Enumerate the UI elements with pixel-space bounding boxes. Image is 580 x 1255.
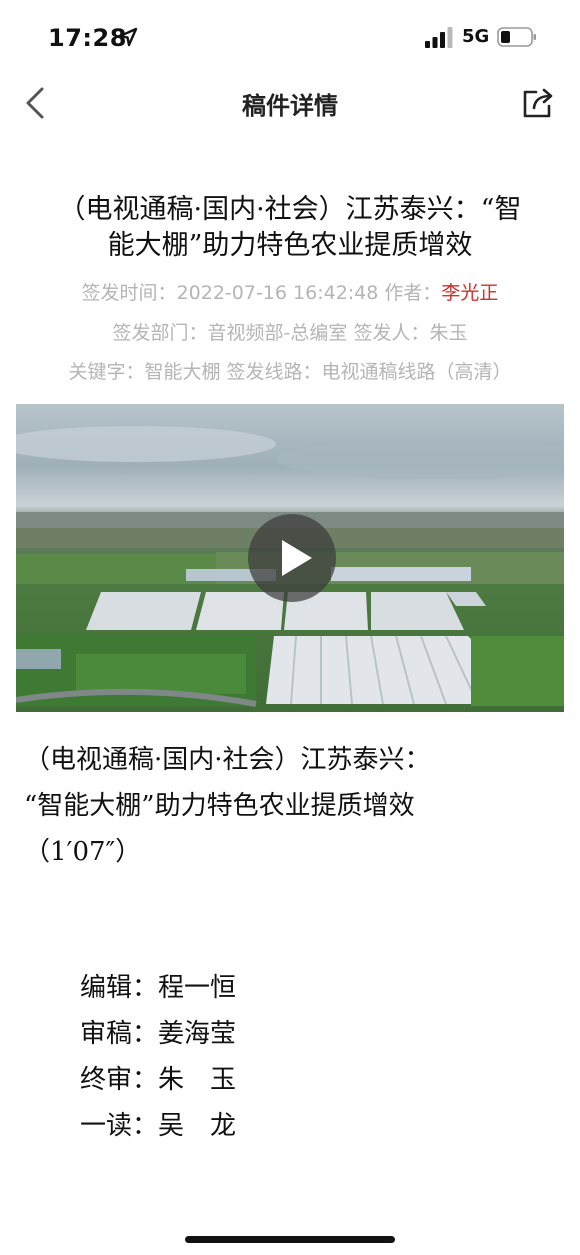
location-arrow-icon: [118, 27, 138, 47]
route-label: 签发线路：: [226, 361, 322, 383]
issuer-label: 签发人：: [353, 322, 430, 344]
video-player[interactable]: [16, 404, 564, 712]
meta-department-line: 签发部门：音视频部-总编室 签发人：朱玉: [0, 318, 580, 345]
signal-icon: [425, 27, 453, 48]
caption-line-1: （电视通稿·国内·社会）江苏泰兴：: [24, 745, 431, 775]
issue-time-label: 签发时间：: [81, 282, 177, 304]
nav-bar: 稿件详情: [0, 70, 580, 134]
keyword: 智能大棚: [144, 361, 221, 383]
headline-line-2: 能大棚”助力特色农业提质增效: [107, 230, 473, 261]
department: 音视频部-总编室: [207, 322, 348, 344]
issue-time: 2022-07-16 16:42:48: [176, 282, 379, 304]
credit-reviewer: 审稿：姜海莹: [80, 1019, 237, 1049]
caption-line-2: “智能大棚”助力特色农业提质增效: [24, 791, 415, 821]
department-label: 签发部门：: [112, 322, 208, 344]
battery-icon: [497, 27, 536, 47]
meta-keyword-line: 关键字：智能大棚 签发线路：电视通稿线路（高清）: [0, 357, 580, 384]
author-label: 作者：: [384, 282, 442, 304]
article-headline: （电视通稿·国内·社会）江苏泰兴：“智 能大棚”助力特色农业提质增效: [20, 192, 560, 264]
route: 电视通稿线路（高清）: [321, 361, 512, 383]
share-icon[interactable]: [520, 86, 556, 120]
play-icon: [282, 540, 312, 576]
status-time: 17:28: [48, 24, 127, 52]
caption-duration: （1′07″）: [24, 837, 142, 867]
author-name: 李光正: [441, 282, 499, 304]
video-caption: （电视通稿·国内·社会）江苏泰兴： “智能大棚”助力特色农业提质增效 （1′07…: [24, 737, 544, 875]
issuer: 朱玉: [429, 322, 468, 344]
headline-line-1: （电视通稿·国内·社会）江苏泰兴：“智: [58, 194, 522, 225]
credit-editor: 编辑：程一恒: [80, 973, 237, 1003]
credits-list: 编辑：程一恒 审稿：姜海莹 终审：朱 玉 一读：吴 龙: [80, 965, 236, 1149]
credit-first-read: 一读：吴 龙: [80, 1111, 237, 1141]
page-title: 稿件详情: [242, 92, 338, 120]
credit-final-review: 终审：朱 玉: [80, 1065, 237, 1095]
meta-issue-line: 签发时间：2022-07-16 16:42:48 作者：李光正: [0, 278, 580, 305]
status-bar: 17:28 5G: [0, 0, 580, 70]
home-indicator[interactable]: [185, 1236, 395, 1243]
network-type: 5G: [462, 26, 490, 47]
play-button[interactable]: [248, 514, 336, 602]
keyword-label: 关键字：: [68, 361, 145, 383]
